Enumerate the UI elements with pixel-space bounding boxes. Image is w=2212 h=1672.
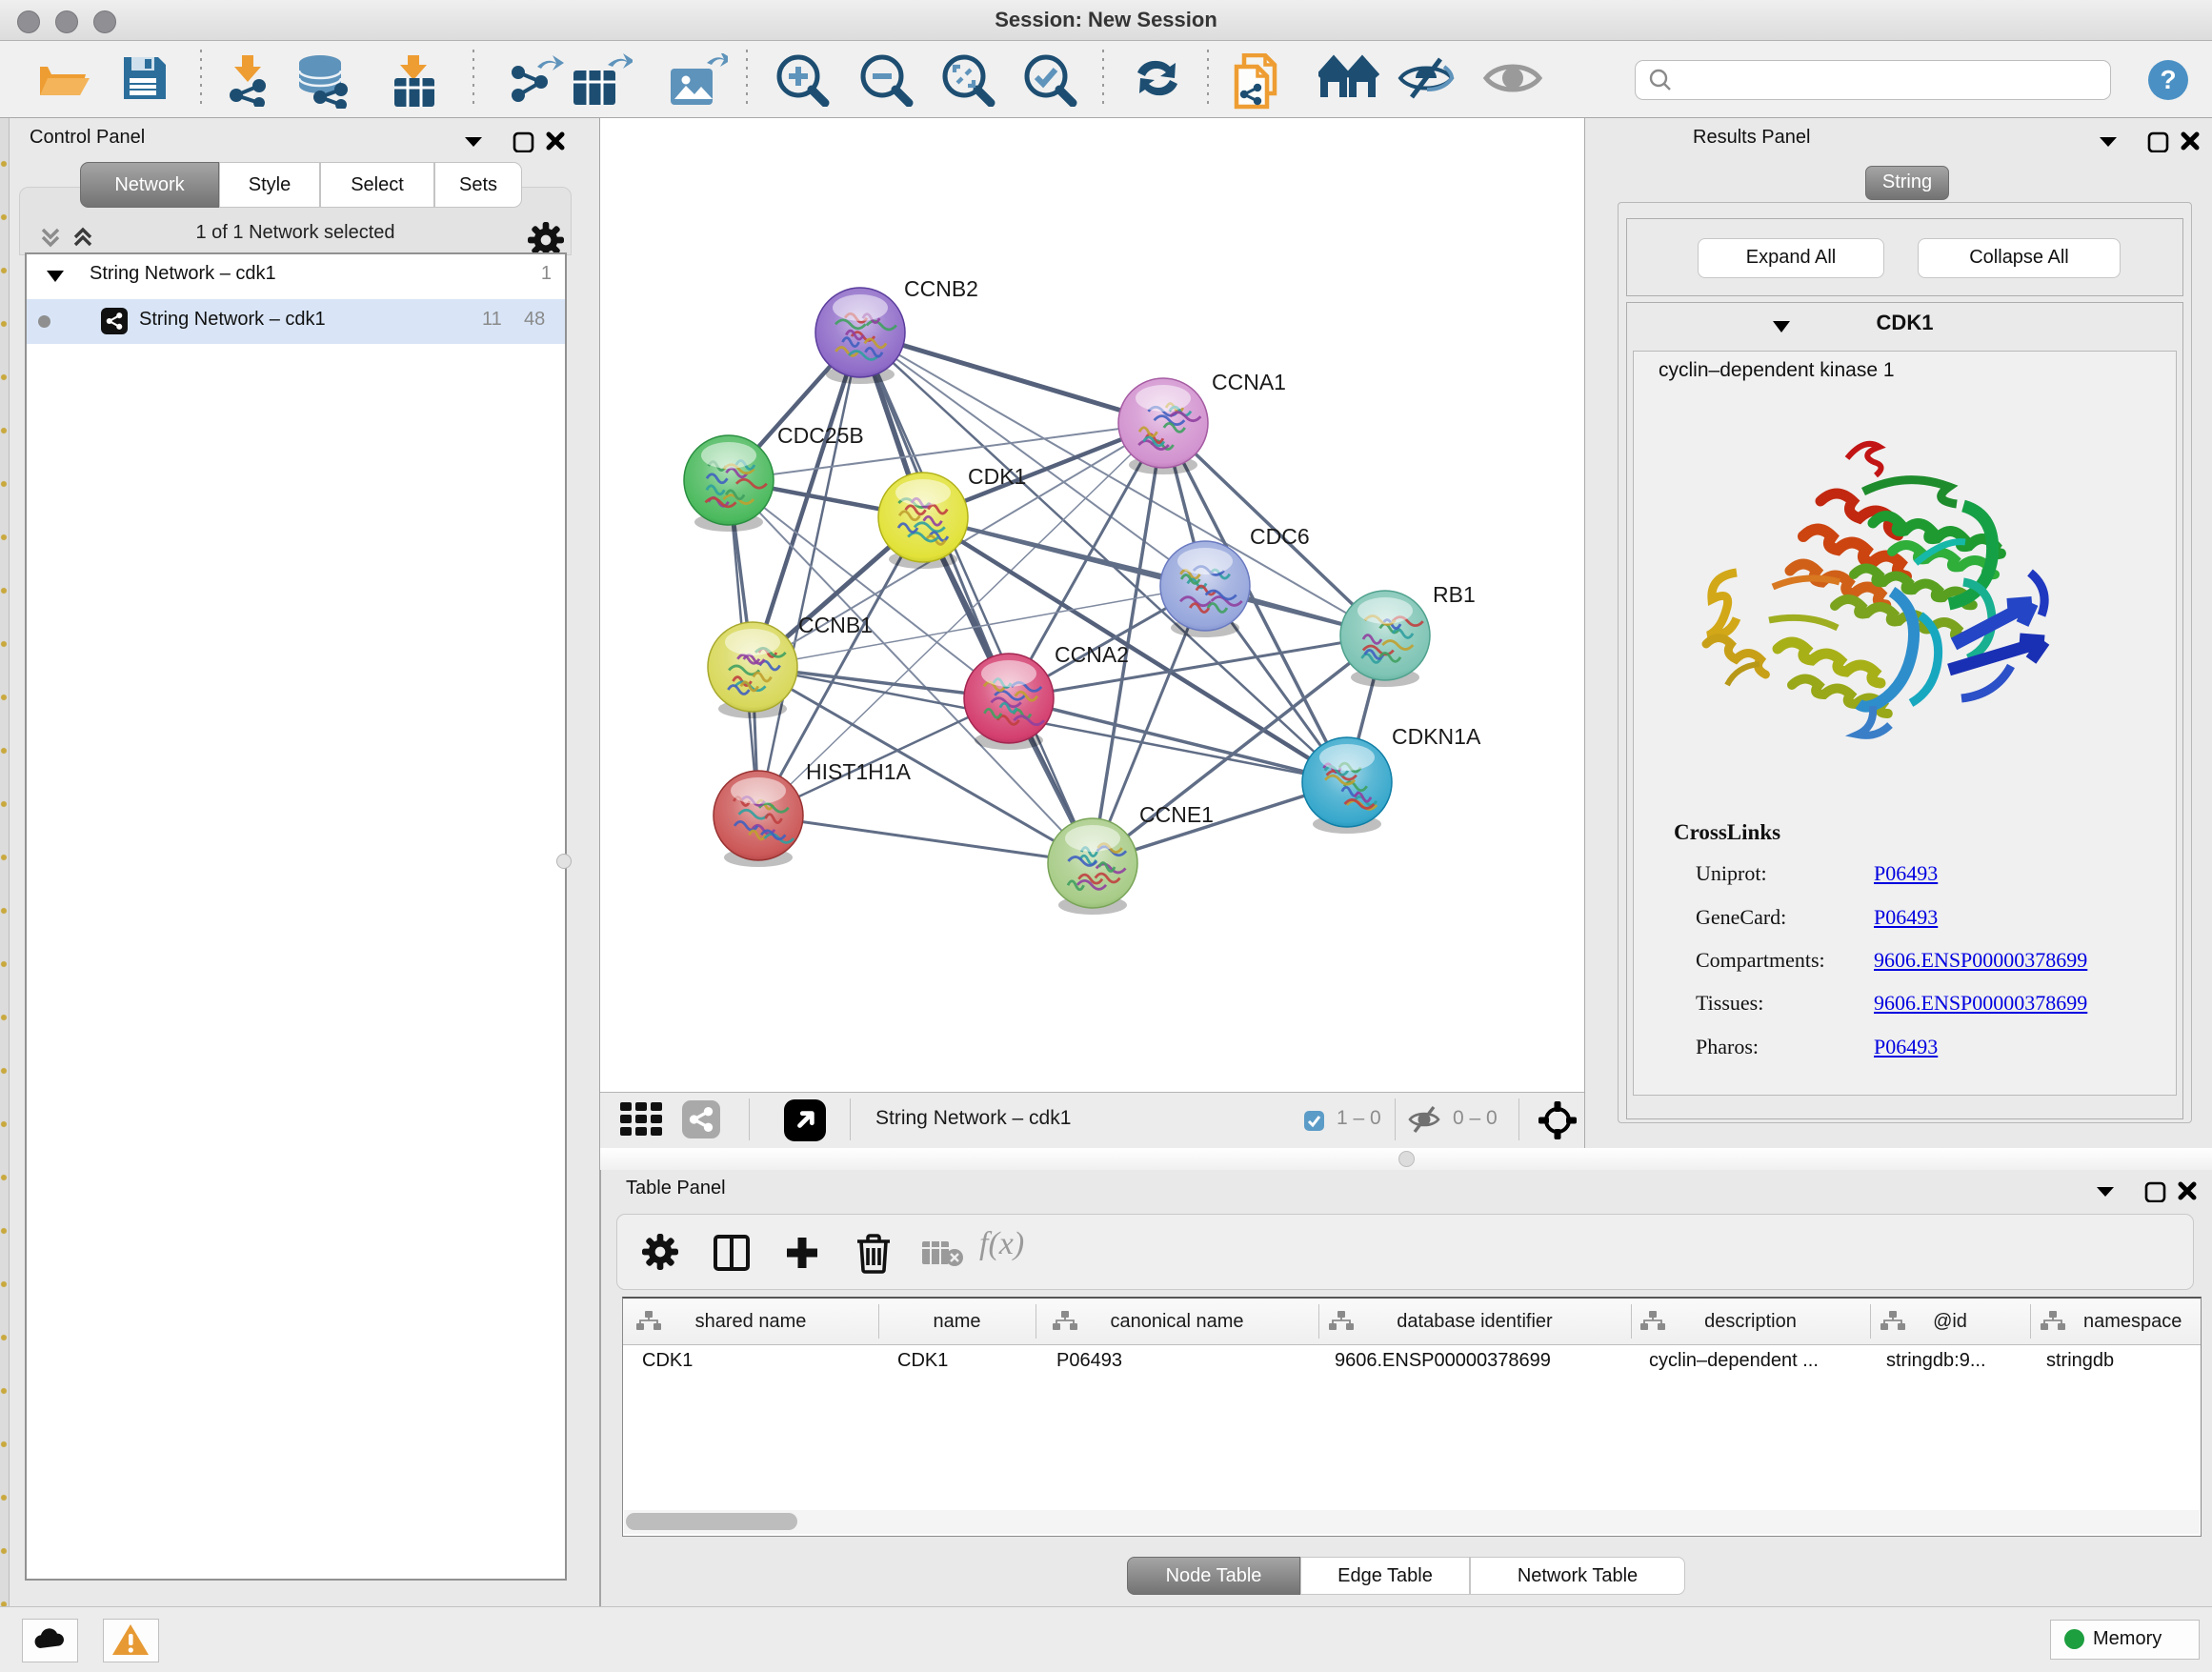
svg-text:CDKN1A: CDKN1A xyxy=(1392,724,1481,749)
svg-text:CCNB1: CCNB1 xyxy=(798,613,873,637)
svg-text:CCNE1: CCNE1 xyxy=(1139,802,1214,827)
svg-text:HIST1H1A: HIST1H1A xyxy=(806,759,912,784)
svg-text:?: ? xyxy=(2160,65,2176,94)
svg-text:CCNA2: CCNA2 xyxy=(1055,642,1129,667)
svg-text:CDK1: CDK1 xyxy=(968,464,1026,489)
svg-text:CCNB2: CCNB2 xyxy=(904,276,978,301)
svg-text:CDC6: CDC6 xyxy=(1250,524,1310,549)
svg-text:CDC25B: CDC25B xyxy=(777,423,864,448)
svg-text:CCNA1: CCNA1 xyxy=(1212,370,1286,394)
svg-text:RB1: RB1 xyxy=(1433,582,1476,607)
